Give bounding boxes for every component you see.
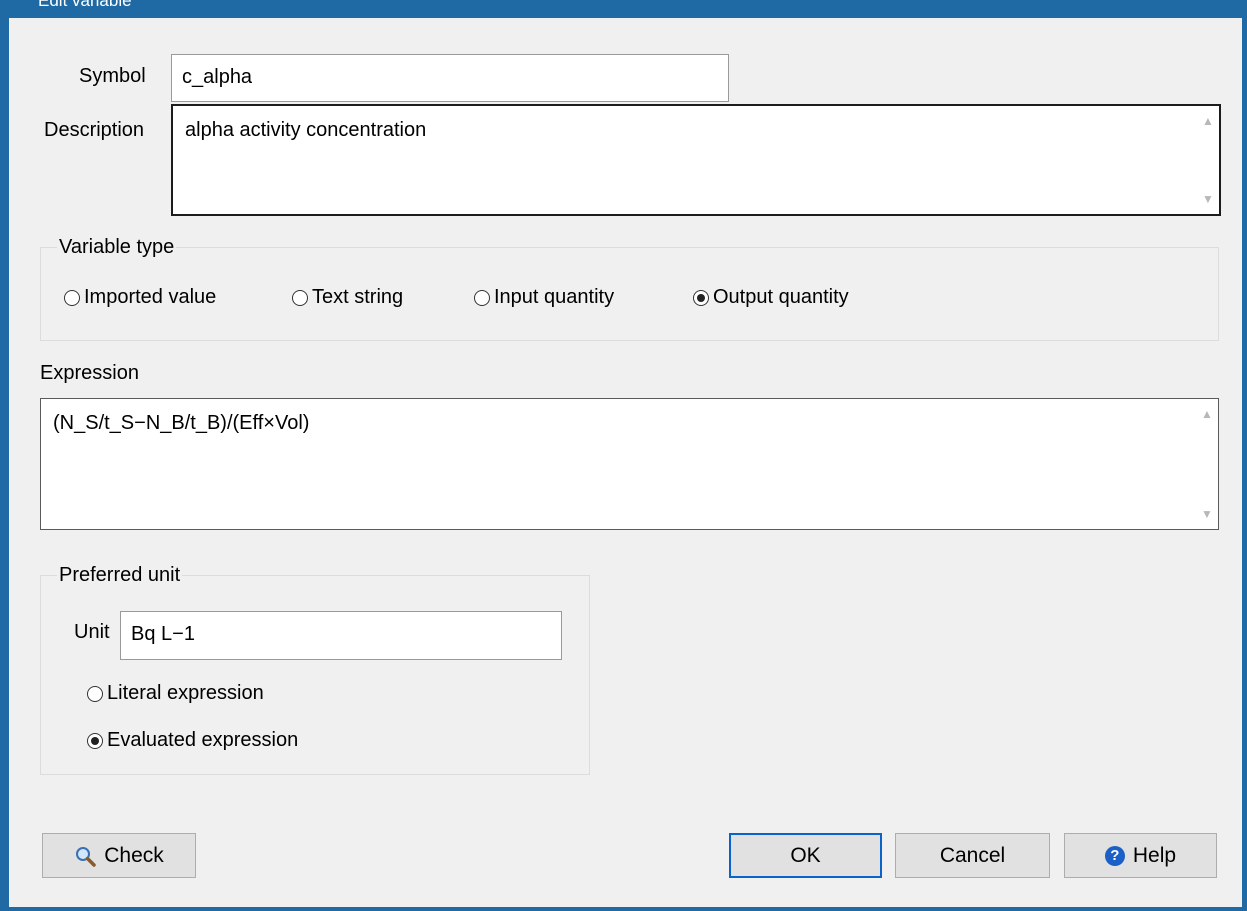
cancel-button[interactable]: Cancel [895, 833, 1050, 878]
magnifier-icon [76, 846, 96, 867]
expression-textarea[interactable]: (N_S/t_S−N_B/t_B)/(Eff×Vol) ▲ ▼ [40, 398, 1219, 530]
window-bottom-border [0, 907, 1247, 911]
radio-input-quantity-label: Input quantity [494, 286, 615, 308]
unit-input[interactable]: Bq L−1 [120, 611, 562, 660]
title-bar: Edit variable [0, 0, 1247, 18]
symbol-input[interactable]: c_alpha [171, 54, 729, 102]
scroll-up-icon[interactable]: ▲ [1197, 114, 1219, 128]
radio-text-string-label: Text string [312, 286, 404, 308]
radio-output-quantity-label: Output quantity [713, 286, 849, 308]
radio-selected-icon [693, 289, 709, 306]
scroll-down-icon[interactable]: ▼ [1196, 507, 1218, 521]
description-scrollbar[interactable]: ▲ ▼ [1197, 106, 1219, 214]
ok-button[interactable]: OK [729, 833, 882, 878]
unit-value: Bq L−1 [131, 623, 195, 645]
radio-output-quantity[interactable]: Output quantity [693, 286, 849, 309]
variable-type-group [40, 247, 1219, 341]
expression-value: (N_S/t_S−N_B/t_B)/(Eff×Vol) [53, 412, 310, 434]
radio-circle-icon [87, 685, 103, 702]
expression-label: Expression [40, 362, 139, 384]
radio-evaluated-expression-label: Evaluated expression [107, 729, 299, 751]
description-label: Description [44, 119, 145, 141]
help-button[interactable]: ? Help [1064, 833, 1217, 878]
edit-variable-dialog: Symbol c_alpha Description alpha activit… [9, 18, 1242, 907]
radio-circle-icon [474, 289, 490, 306]
scroll-down-icon[interactable]: ▼ [1197, 192, 1219, 206]
window-title: Edit variable [38, 0, 132, 10]
variable-type-legend: Variable type [57, 236, 177, 259]
expression-scrollbar[interactable]: ▲ ▼ [1196, 399, 1218, 529]
unit-label: Unit [74, 621, 110, 643]
scroll-up-icon[interactable]: ▲ [1196, 407, 1218, 421]
preferred-unit-legend: Preferred unit [57, 564, 183, 587]
radio-evaluated-expression[interactable]: Evaluated expression [87, 729, 298, 752]
radio-circle-icon [64, 289, 80, 306]
radio-circle-icon [292, 289, 308, 306]
description-value: alpha activity concentration [185, 119, 427, 141]
symbol-label: Symbol [79, 65, 146, 87]
radio-selected-icon [87, 732, 103, 749]
symbol-value: c_alpha [182, 66, 253, 88]
radio-literal-expression-label: Literal expression [107, 682, 264, 704]
radio-literal-expression[interactable]: Literal expression [87, 682, 264, 705]
cancel-button-label: Cancel [939, 843, 1006, 867]
description-textarea[interactable]: alpha activity concentration ▲ ▼ [171, 104, 1221, 216]
radio-imported-value[interactable]: Imported value [64, 286, 216, 309]
check-button-label: Check [104, 843, 164, 867]
radio-input-quantity[interactable]: Input quantity [474, 286, 614, 309]
check-button[interactable]: Check [42, 833, 196, 878]
help-button-label: Help [1132, 843, 1177, 867]
question-circle-icon: ? [1104, 845, 1125, 866]
radio-imported-value-label: Imported value [84, 286, 217, 308]
radio-text-string[interactable]: Text string [292, 286, 403, 309]
ok-button-label: OK [790, 843, 821, 867]
